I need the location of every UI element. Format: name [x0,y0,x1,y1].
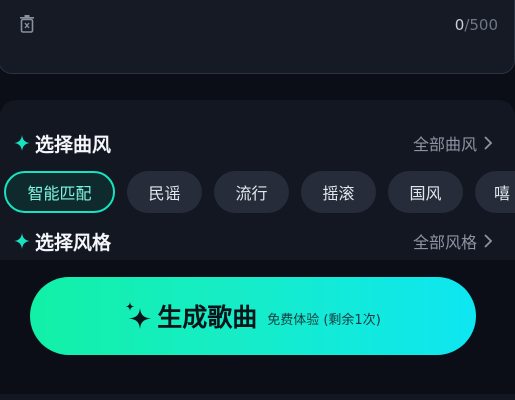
style-section-header: 选择曲风 [14,130,111,156]
style-chip-row: 智能匹配 民谣 流行 摇滚 国风 嘻 [4,171,515,213]
lyrics-input-area[interactable]: 0/500 [0,0,515,74]
chevron-right-icon [484,234,493,248]
char-counter: 0/500 [455,16,498,34]
char-count-max: /500 [464,16,498,34]
sparkle-icon [14,135,30,151]
chip-label: 摇滚 [322,184,355,203]
bottom-panel-edge [0,394,515,400]
free-trial-note: 免费体验 (剩余1次) [267,312,381,328]
chip-pop[interactable]: 流行 [214,171,289,213]
genre-section-title: 选择风格 [35,231,112,254]
chip-chinese-style[interactable]: 国风 [388,171,463,213]
chip-label: 国风 [409,184,442,203]
app-screen: 0/500 选择曲风 全部曲风 智能匹配 民谣 流行 摇滚 国风 嘻 选择风格 … [0,0,515,400]
all-styles-label: 全部曲风 [412,135,477,154]
generate-song-label: 生成歌曲 [157,303,258,332]
chip-folk[interactable]: 民谣 [127,171,202,213]
generate-song-button[interactable]: 生成歌曲 免费体验 (剩余1次) [30,277,476,355]
style-section-title: 选择曲风 [35,133,112,156]
all-genres-link[interactable]: 全部风格 [413,228,493,254]
chip-smart-match[interactable]: 智能匹配 [4,171,115,213]
genre-section-header: 选择风格 [14,228,111,254]
all-genres-label: 全部风格 [412,233,477,252]
chip-rock[interactable]: 摇滚 [301,171,376,213]
style-panel: 选择曲风 全部曲风 智能匹配 民谣 流行 摇滚 国风 嘻 选择风格 全部风格 [0,100,515,260]
sparkle-icon [14,233,30,249]
trash-icon[interactable] [19,15,35,33]
sparkle-icon [125,302,152,329]
chip-hiphop[interactable]: 嘻 [475,171,515,213]
chip-label: 智能匹配 [27,184,92,203]
chip-label: 嘻 [494,184,511,203]
chevron-right-icon [484,136,493,150]
chip-label: 民谣 [148,184,181,203]
all-styles-link[interactable]: 全部曲风 [413,130,493,156]
char-count-current: 0 [454,16,465,34]
chip-label: 流行 [235,184,268,203]
